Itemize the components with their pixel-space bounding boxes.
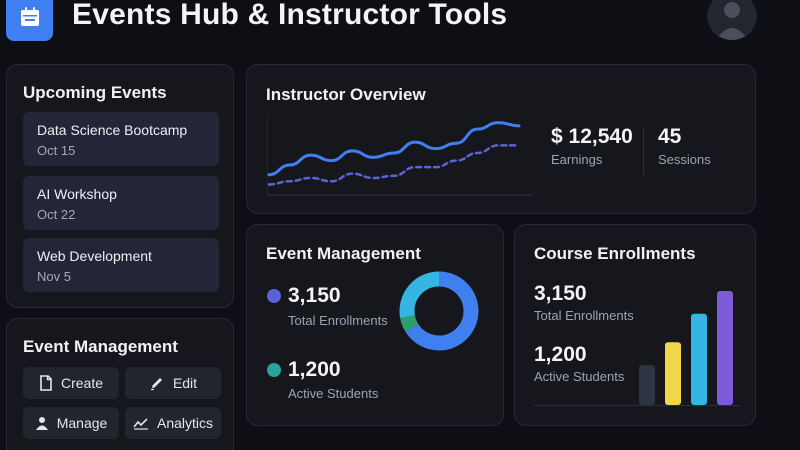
create-label: Create: [60, 375, 104, 391]
event-management-panel: Event Management 3,150 Total Enrollments…: [246, 224, 504, 426]
event-card-web-development[interactable]: Web Development Nov 5: [23, 238, 219, 292]
course-bar-4: [717, 291, 733, 405]
manage-button[interactable]: Manage: [23, 407, 119, 439]
page-title: Events Hub & Instructor Tools: [72, 0, 508, 31]
app-calendar-icon: [6, 0, 53, 41]
create-button[interactable]: Create: [23, 367, 119, 399]
course-students-label: Active Students: [534, 369, 625, 384]
document-icon: [40, 375, 52, 391]
enrollments-dot: [267, 289, 281, 303]
user-avatar-icon[interactable]: [707, 0, 757, 40]
sessions-label: Sessions: [658, 152, 711, 167]
enrollments-value: 3,150: [288, 284, 341, 307]
course-students-value: 1,200: [534, 343, 587, 366]
sessions-value: 45: [658, 125, 682, 148]
instructor-overview-panel: Instructor Overview $ 12,540 Earnings 45…: [246, 64, 756, 214]
earnings-line-chart: [267, 115, 533, 196]
course-enrollments-value: 3,150: [534, 282, 587, 305]
course-bar-1: [639, 365, 655, 405]
course-enrollments-title: Course Enrollments: [534, 244, 696, 263]
event-actions-panel: Event Management Create Edit Manage Anal…: [6, 318, 234, 450]
earnings-label: Earnings: [551, 152, 603, 167]
earnings-value: $ 12,540: [551, 125, 633, 148]
course-bar-chart: [639, 291, 733, 405]
event-name: Data Science Bootcamp: [37, 122, 188, 138]
event-actions-title: Event Management: [23, 337, 178, 356]
event-date: Oct 22: [37, 207, 76, 222]
course-enrollments-panel: Course Enrollments 3,150 Total Enrollmen…: [514, 224, 756, 426]
course-enrollments-label: Total Enrollments: [534, 308, 634, 323]
line-series-1: [267, 121, 521, 177]
enrollments-label: Total Enrollments: [288, 313, 388, 328]
line-series-2: [267, 144, 521, 186]
pencil-icon: [150, 378, 162, 391]
edit-button[interactable]: Edit: [125, 367, 221, 399]
stats-divider: [643, 127, 644, 175]
analytics-label: Analytics: [156, 415, 214, 431]
event-name: AI Workshop: [37, 186, 117, 202]
bar-chart-baseline: [534, 405, 740, 406]
event-name: Web Development: [37, 248, 152, 264]
upcoming-events-panel: Upcoming Events Data Science Bootcamp Oc…: [6, 64, 234, 308]
event-management-title: Event Management: [266, 244, 421, 263]
enrollment-donut-chart: [399, 271, 479, 351]
upcoming-events-title: Upcoming Events: [23, 83, 167, 102]
user-icon: [35, 417, 48, 430]
manage-label: Manage: [56, 415, 108, 431]
students-value: 1,200: [288, 358, 341, 381]
students-dot: [267, 363, 281, 377]
course-bar-3: [691, 313, 707, 405]
students-label: Active Students: [288, 386, 379, 401]
analytics-button[interactable]: Analytics: [125, 407, 221, 439]
event-date: Oct 15: [37, 143, 76, 158]
event-card-data-science[interactable]: Data Science Bootcamp Oct 15: [23, 112, 219, 166]
event-card-ai-workshop[interactable]: AI Workshop Oct 22: [23, 176, 219, 230]
course-bar-2: [665, 342, 681, 405]
instructor-overview-title: Instructor Overview: [266, 85, 426, 104]
event-date: Nov 5: [37, 269, 71, 284]
edit-label: Edit: [172, 375, 198, 391]
analytics-icon: [133, 418, 148, 430]
